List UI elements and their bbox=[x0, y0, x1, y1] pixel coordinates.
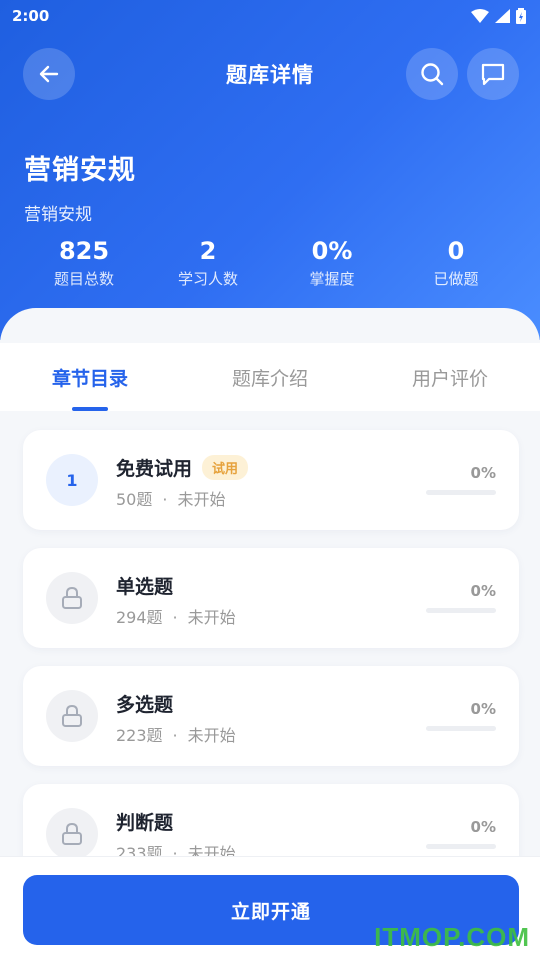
status-time: 2:00 bbox=[12, 7, 50, 25]
tab-reviews[interactable]: 用户评价 bbox=[360, 343, 540, 411]
status-bar: 2:00 bbox=[0, 0, 540, 32]
tab-label: 用户评价 bbox=[411, 367, 488, 390]
chapter-percent: 0% bbox=[470, 700, 496, 718]
chapter-status: 未开始 bbox=[177, 490, 226, 509]
status-icons bbox=[471, 8, 526, 24]
tab-label: 题库介绍 bbox=[231, 367, 308, 390]
chapter-percent: 0% bbox=[470, 582, 496, 600]
tab-chapters[interactable]: 章节目录 bbox=[0, 343, 180, 411]
chapter-count: 50题 bbox=[116, 490, 153, 509]
trial-tag: 试用 bbox=[202, 455, 249, 480]
search-icon bbox=[421, 63, 444, 86]
chapter-card-multiple-choice[interactable]: 多选题 223题 · 未开始 0% bbox=[23, 666, 519, 766]
search-button[interactable] bbox=[406, 48, 458, 100]
stat-value: 825 bbox=[58, 237, 110, 265]
stat-value: 0% bbox=[311, 237, 353, 265]
bank-title: 营销安规 bbox=[24, 155, 136, 186]
stat-mastery: 0% 掌握度 bbox=[270, 236, 394, 289]
chapter-meta: 294题 · 未开始 bbox=[116, 604, 236, 628]
signal-icon bbox=[495, 9, 510, 23]
chapter-count: 294题 bbox=[116, 608, 163, 627]
stat-label: 掌握度 bbox=[309, 270, 355, 288]
page-title: 题库详情 bbox=[226, 63, 314, 87]
chapter-meta: 223题 · 未开始 bbox=[116, 722, 236, 746]
stat-value: 2 bbox=[199, 237, 217, 265]
stat-done: 0 已做题 bbox=[394, 236, 518, 289]
meta-separator: · bbox=[162, 490, 168, 509]
tab-bar: 章节目录 题库介绍 用户评价 bbox=[0, 343, 540, 411]
message-button[interactable] bbox=[467, 48, 519, 100]
meta-separator: · bbox=[172, 726, 178, 745]
chapter-meta: 50题 · 未开始 bbox=[116, 486, 225, 510]
chapter-index-badge: 1 bbox=[46, 454, 98, 506]
lock-icon bbox=[62, 586, 82, 609]
chapter-title-row: 免费试用 试用 bbox=[116, 454, 249, 481]
chapter-progress-bar bbox=[426, 844, 496, 849]
stat-total-questions: 825 题目总数 bbox=[22, 236, 146, 289]
chapter-status: 未开始 bbox=[187, 608, 236, 627]
chapter-percent: 0% bbox=[470, 464, 496, 482]
stat-label: 题目总数 bbox=[53, 270, 114, 288]
meta-separator: · bbox=[172, 608, 178, 627]
bank-subtitle: 营销安规 bbox=[24, 205, 92, 225]
message-icon bbox=[481, 63, 505, 86]
chapter-title-row: 判断题 bbox=[116, 808, 173, 835]
stats-row: 825 题目总数 2 学习人数 0% 掌握度 0 已做题 bbox=[0, 236, 540, 289]
lock-badge bbox=[46, 690, 98, 742]
lock-icon bbox=[62, 704, 82, 727]
chapter-card-single-choice[interactable]: 单选题 294题 · 未开始 0% bbox=[23, 548, 519, 648]
lock-badge bbox=[46, 572, 98, 624]
lock-icon bbox=[62, 822, 82, 845]
tab-introduction[interactable]: 题库介绍 bbox=[180, 343, 360, 411]
header-banner: 2:00 题库详情 营销安规 营销安规 825 题目总数 2 学习人数 0% 掌… bbox=[0, 0, 540, 340]
chapter-title: 判断题 bbox=[116, 812, 174, 834]
chapter-title: 多选题 bbox=[116, 694, 174, 716]
watermark-logo: ITMOP.COM bbox=[374, 922, 530, 952]
app-bar: 题库详情 bbox=[0, 40, 540, 108]
chapter-title: 单选题 bbox=[116, 576, 174, 598]
chapter-progress-bar bbox=[426, 608, 496, 613]
chapter-count: 223题 bbox=[116, 726, 163, 745]
stat-label: 已做题 bbox=[433, 270, 479, 288]
chapter-title: 免费试用 bbox=[116, 458, 193, 480]
battery-icon bbox=[516, 8, 526, 24]
chapter-status: 未开始 bbox=[187, 726, 236, 745]
tab-label: 章节目录 bbox=[51, 367, 128, 390]
chapter-progress-bar bbox=[426, 490, 496, 495]
chapter-title-row: 多选题 bbox=[116, 690, 173, 717]
chapter-progress-bar bbox=[426, 726, 496, 731]
stat-learners: 2 学习人数 bbox=[146, 236, 270, 289]
stat-label: 学习人数 bbox=[177, 270, 238, 288]
wifi-icon bbox=[471, 9, 489, 23]
tab-indicator bbox=[72, 407, 108, 411]
stat-value: 0 bbox=[447, 237, 465, 265]
chapter-percent: 0% bbox=[470, 818, 496, 836]
chapter-title-row: 单选题 bbox=[116, 572, 173, 599]
lock-badge bbox=[46, 808, 98, 860]
chapter-card-free-trial[interactable]: 1 免费试用 试用 50题 · 未开始 0% bbox=[23, 430, 519, 530]
